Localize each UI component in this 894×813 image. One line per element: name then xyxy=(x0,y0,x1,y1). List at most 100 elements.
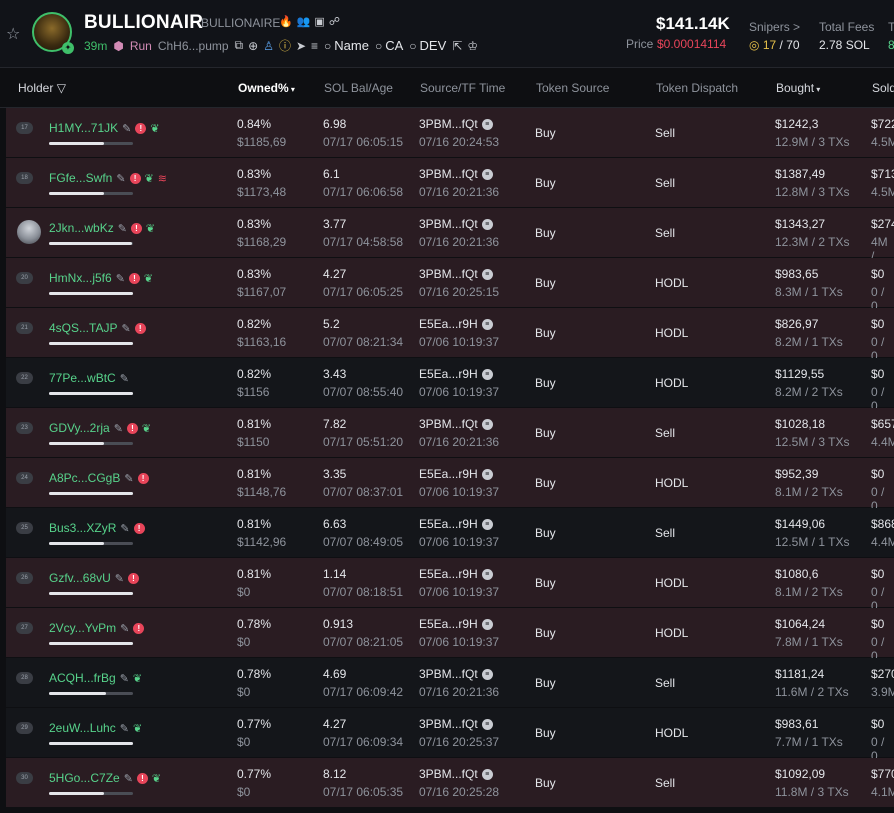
edit-pencil-icon[interactable]: ✎ xyxy=(116,172,125,185)
funding-time: 07/16 20:24:53 xyxy=(419,135,500,149)
edit-pencil-icon[interactable]: ✎ xyxy=(120,372,129,385)
holder-address[interactable]: ACQH...frBg ✎ ❦ xyxy=(49,671,142,685)
funding-source[interactable]: 3PBM...fQt ≡ xyxy=(419,667,493,681)
contract-address[interactable]: ChH6...pump xyxy=(158,39,229,53)
holder-address[interactable]: HmNx...j5f6 ✎! ❦ xyxy=(49,271,153,285)
owned-percent: 0.82% xyxy=(237,367,272,381)
search-icon: ○ xyxy=(374,38,383,53)
table-row[interactable]: 30 5HGo...C7Ze ✎! ❦ 0.77% $0 8.12 07/17 06:05:3… xyxy=(6,758,894,808)
table-row[interactable]: 28 ACQH...frBg ✎ ❦ 0.78% $0 4.69 07/17 06:09:42… xyxy=(6,658,894,708)
col-owned[interactable]: Owned% ▾ xyxy=(238,81,295,95)
edit-pencil-icon[interactable]: ✎ xyxy=(116,272,125,285)
sold-amount-txs: 4.5M xyxy=(871,135,894,149)
cut-stat-label: T xyxy=(888,20,894,34)
edit-pencil-icon[interactable]: ✎ xyxy=(124,472,133,485)
favorite-star-icon[interactable]: ☆ xyxy=(6,24,20,44)
table-row[interactable]: 2Jkn...wbKz ✎! ❦ 0.83% $1168,29 3.77 07/17 04:… xyxy=(6,208,894,263)
col-token-source[interactable]: Token Source xyxy=(536,81,609,95)
table-row[interactable]: 25 Bus3...XZyR ✎! 0.81% $1142,96 6.63 07/07 08… xyxy=(6,508,894,558)
snipers-label[interactable]: Snipers > xyxy=(749,20,800,34)
bought-usd: $826,97 xyxy=(775,317,819,331)
holder-address[interactable]: 4sQS...TAJP ✎! xyxy=(49,321,146,335)
edit-pencil-icon[interactable]: ✎ xyxy=(120,722,129,735)
edit-pencil-icon[interactable]: ✎ xyxy=(118,222,127,235)
table-row[interactable]: 20 HmNx...j5f6 ✎! ❦ 0.83% $1167,07 4.27 07/17 0… xyxy=(6,258,894,313)
funding-source[interactable]: E5Ea...r9H ≡ xyxy=(419,367,493,381)
table-row[interactable]: 24 A8Pc...CGgB ✎! 0.81% $1148,76 3.35 07/07 08… xyxy=(6,458,894,513)
col-holder[interactable]: Holder ▽ xyxy=(18,81,66,95)
edit-pencil-icon[interactable]: ✎ xyxy=(121,322,130,335)
rank-badge: 29 xyxy=(16,722,33,734)
table-row[interactable]: 17 H1MY...71JK ✎! ❦ 0.84% $1185,69 6.98 07/17 0… xyxy=(6,108,894,158)
col-token-dispatch[interactable]: Token Dispatch xyxy=(656,81,738,95)
sol-balance: 6.98 xyxy=(323,117,347,131)
col-bought[interactable]: Bought ▾ xyxy=(776,81,820,95)
col-sol-bal[interactable]: SOL Bal/Age xyxy=(324,81,393,95)
holder-address[interactable]: FGfe...Swfn ✎! ❦ ≋ xyxy=(49,171,167,185)
website-icon[interactable]: ⊕ xyxy=(248,39,258,53)
search-dev-link[interactable]: ○ DEV xyxy=(409,38,446,53)
warning-icon[interactable]: ⓘ xyxy=(279,37,291,54)
funding-source[interactable]: E5Ea...r9H ≡ xyxy=(419,317,493,331)
crown-icon[interactable]: ♔ xyxy=(467,39,478,53)
edit-pencil-icon[interactable]: ✎ xyxy=(124,772,133,785)
exchange-coin-icon: ≡ xyxy=(481,118,493,130)
rank-badge: 22 xyxy=(16,372,33,384)
run-label: Run xyxy=(129,38,152,53)
token-dispatch-value: Sell xyxy=(655,176,676,190)
filter-icon[interactable]: ▽ xyxy=(57,81,66,95)
holder-address[interactable]: 2Jkn...wbKz ✎! ❦ xyxy=(49,221,155,235)
funding-source[interactable]: 3PBM...fQt ≡ xyxy=(419,167,493,181)
table-row[interactable]: 22 77Pe...wBtC ✎ 0.82% $1156 3.43 07/07 08:55:… xyxy=(6,358,894,413)
funding-source-label: 3PBM...fQt xyxy=(419,217,478,231)
holder-address[interactable]: 2euW...Luhc ✎ ❦ xyxy=(49,721,142,735)
user-icon[interactable]: ♙ xyxy=(263,39,274,53)
external-link-icon[interactable]: ⇱ xyxy=(452,39,462,53)
funding-source-label: E5Ea...r9H xyxy=(419,517,478,531)
holder-address[interactable]: Gzfv...68vU ✎! xyxy=(49,571,140,585)
holding-progress-bar xyxy=(49,342,133,345)
copy-icon[interactable]: ⧉ xyxy=(235,38,244,53)
owned-percent: 0.83% xyxy=(237,267,272,281)
edit-pencil-icon[interactable]: ✎ xyxy=(122,122,131,135)
table-row[interactable]: 23 GDVy...2rja ✎! ❦ 0.81% $1150 7.82 07/17 05:5… xyxy=(6,408,894,458)
edit-pencil-icon[interactable]: ✎ xyxy=(115,572,124,585)
wallet-age: 07/07 08:18:51 xyxy=(323,585,404,599)
funding-source[interactable]: 3PBM...fQt ≡ xyxy=(419,267,493,281)
table-row[interactable]: 29 2euW...Luhc ✎ ❦ 0.77% $0 4.27 07/17 06:09:34… xyxy=(6,708,894,763)
col-source-tf[interactable]: Source/TF Time xyxy=(420,81,505,95)
token-dispatch-value: HODL xyxy=(655,576,689,590)
edit-pencil-icon[interactable]: ✎ xyxy=(120,622,129,635)
table-row[interactable]: 18 FGfe...Swfn ✎! ❦ ≋ 0.83% $1173,48 6.1 07/17 0… xyxy=(6,158,894,208)
funding-source[interactable]: E5Ea...r9H ≡ xyxy=(419,517,493,531)
table-row[interactable]: 27 2Vcy...YvPm ✎! 0.78% $0 0.913 07/07 08:21:0… xyxy=(6,608,894,663)
funding-source[interactable]: E5Ea...r9H ≡ xyxy=(419,617,493,631)
funding-source[interactable]: 3PBM...fQt ≡ xyxy=(419,217,493,231)
funding-source[interactable]: 3PBM...fQt ≡ xyxy=(419,117,493,131)
holder-address[interactable]: GDVy...2rja ✎! ❦ xyxy=(49,421,151,435)
search-name-link[interactable]: ○ Name xyxy=(324,38,369,53)
funding-source-label: E5Ea...r9H xyxy=(419,467,478,481)
telegram-icon[interactable]: ➤ xyxy=(296,39,306,53)
edit-pencil-icon[interactable]: ✎ xyxy=(114,422,123,435)
funding-source[interactable]: 3PBM...fQt ≡ xyxy=(419,767,493,781)
holder-address[interactable]: 77Pe...wBtC ✎ xyxy=(49,371,129,385)
holder-address[interactable]: H1MY...71JK ✎! ❦ xyxy=(49,121,160,135)
col-sold[interactable]: Sold xyxy=(872,81,894,95)
holding-progress-fill xyxy=(49,592,133,595)
edit-pencil-icon[interactable]: ✎ xyxy=(120,522,129,535)
table-row[interactable]: 26 Gzfv...68vU ✎! 0.81% $0 1.14 07/07 08:18:51… xyxy=(6,558,894,613)
holder-address[interactable]: A8Pc...CGgB ✎! xyxy=(49,471,149,485)
funding-source[interactable]: E5Ea...r9H ≡ xyxy=(419,567,493,581)
funding-source[interactable]: 3PBM...fQt ≡ xyxy=(419,717,493,731)
holder-address[interactable]: 2Vcy...YvPm ✎! xyxy=(49,621,145,635)
bought-usd: $952,39 xyxy=(775,467,819,481)
holder-address[interactable]: Bus3...XZyR ✎! xyxy=(49,521,145,535)
list-icon[interactable]: ≡ xyxy=(311,39,318,53)
search-ca-link[interactable]: ○ CA xyxy=(375,38,403,53)
funding-source[interactable]: 3PBM...fQt ≡ xyxy=(419,417,493,431)
holder-address[interactable]: 5HGo...C7Ze ✎! ❦ xyxy=(49,771,161,785)
funding-source[interactable]: E5Ea...r9H ≡ xyxy=(419,467,493,481)
table-row[interactable]: 21 4sQS...TAJP ✎! 0.82% $1163,16 5.2 07/07 08:… xyxy=(6,308,894,363)
edit-pencil-icon[interactable]: ✎ xyxy=(120,672,129,685)
